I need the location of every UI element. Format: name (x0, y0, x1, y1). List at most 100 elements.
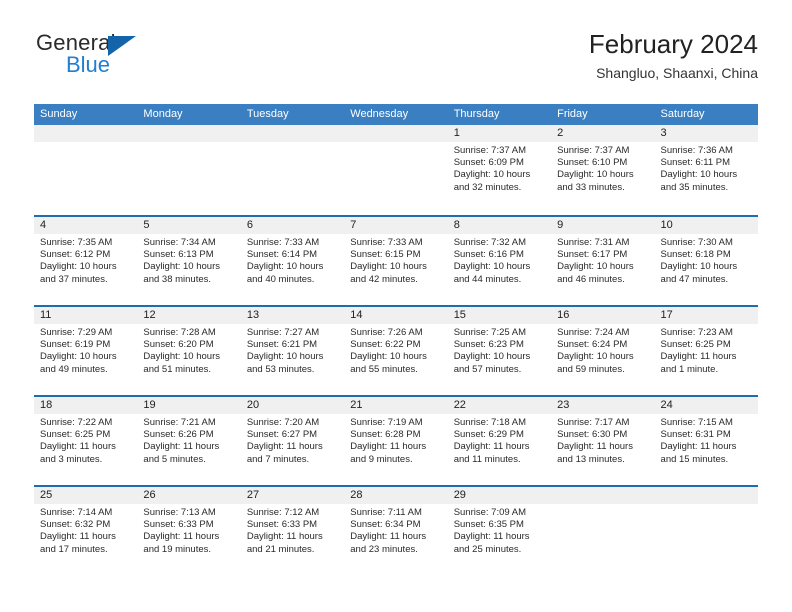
calendar-day-cell[interactable]: 10 Sunrise: 7:30 AM Sunset: 6:18 PM Dayligh… (654, 217, 758, 305)
calendar-day-cell[interactable]: 2 Sunrise: 7:37 AM Sunset: 6:10 PM Daylight… (551, 125, 655, 215)
sunrise-text: Sunrise: 7:14 AM (40, 507, 113, 518)
calendar-day-cell[interactable]: 4 Sunrise: 7:35 AM Sunset: 6:12 PM Daylight… (34, 217, 138, 305)
calendar-day-cell[interactable]: 23 Sunrise: 7:17 AM Sunset: 6:30 PM Dayligh… (551, 397, 655, 485)
day-number-band: 10 (654, 217, 758, 234)
calendar-day-cell-empty (654, 487, 758, 575)
calendar-day-cell[interactable]: 24 Sunrise: 7:15 AM Sunset: 6:31 PM Dayligh… (654, 397, 758, 485)
daylight-text-line2: and 19 minutes. (143, 543, 212, 555)
day-number-band (34, 125, 138, 142)
daylight-text-line2: and 5 minutes. (143, 453, 206, 465)
day-number-band (137, 125, 241, 142)
calendar-day-cell[interactable]: 19 Sunrise: 7:21 AM Sunset: 6:26 PM Dayligh… (137, 397, 241, 485)
day-number-band: 27 (240, 487, 345, 504)
day-number: 24 (660, 399, 673, 411)
daylight-text-line2: and 55 minutes. (350, 363, 418, 375)
sunset-text: Sunset: 6:33 PM (246, 519, 318, 531)
calendar-day-cell[interactable]: 7 Sunrise: 7:33 AM Sunset: 6:15 PM Daylight… (344, 217, 448, 305)
calendar-day-cell[interactable]: 6 Sunrise: 7:33 AM Sunset: 6:14 PM Daylight… (240, 217, 345, 305)
sunrise-text: Sunrise: 7:12 AM (246, 507, 320, 518)
day-number-band: 12 (137, 307, 241, 324)
daylight-text-line1: Daylight: 11 hours (350, 441, 427, 453)
day-details: Sunrise: 7:17 AM Sunset: 6:30 PM Daylight:… (551, 414, 654, 466)
daylight-text-line1: Daylight: 10 hours (557, 261, 634, 273)
sunrise-text: Sunrise: 7:33 AM (350, 237, 423, 248)
calendar-day-cell[interactable]: 1 Sunrise: 7:37 AM Sunset: 6:09 PM Daylight… (447, 125, 552, 215)
sunrise-text: Sunrise: 7:19 AM (350, 417, 423, 428)
sunrise-text: Sunrise: 7:15 AM (660, 417, 733, 428)
day-details: Sunrise: 7:26 AM Sunset: 6:22 PM Daylight:… (344, 324, 447, 376)
day-number-band: 23 (551, 397, 655, 414)
sunset-text: Sunset: 6:20 PM (143, 339, 214, 351)
sunrise-text: Sunrise: 7:18 AM (453, 417, 527, 428)
calendar-day-cell[interactable]: 5 Sunrise: 7:34 AM Sunset: 6:13 PM Daylight… (137, 217, 241, 305)
calendar-day-cell[interactable]: 3 Sunrise: 7:36 AM Sunset: 6:11 PM Daylight… (654, 125, 758, 215)
brand-word-blue: Blue (66, 52, 111, 77)
calendar-day-cell[interactable]: 13 Sunrise: 7:27 AM Sunset: 6:21 PM Dayligh… (240, 307, 345, 395)
calendar-day-cell[interactable]: 12 Sunrise: 7:28 AM Sunset: 6:20 PM Dayligh… (137, 307, 241, 395)
daylight-text-line1: Daylight: 11 hours (40, 441, 116, 453)
day-number: 10 (660, 219, 673, 231)
day-number-band: 21 (344, 397, 448, 414)
day-number: 19 (143, 399, 156, 411)
calendar-day-cell[interactable]: 27 Sunrise: 7:12 AM Sunset: 6:33 PM Dayligh… (240, 487, 345, 575)
calendar-day-cell[interactable]: 22 Sunrise: 7:18 AM Sunset: 6:29 PM Dayligh… (447, 397, 552, 485)
day-number: 20 (246, 399, 260, 411)
daylight-text-line1: Daylight: 10 hours (350, 261, 427, 273)
sunrise-text: Sunrise: 7:35 AM (40, 237, 113, 248)
calendar-day-cell[interactable]: 29 Sunrise: 7:09 AM Sunset: 6:35 PM Dayligh… (447, 487, 552, 575)
calendar-week-row: 25 Sunrise: 7:14 AM Sunset: 6:32 PM Dayligh… (34, 485, 758, 575)
calendar-day-cell-empty (344, 125, 448, 215)
calendar-day-cell-empty (551, 487, 655, 575)
day-details: Sunrise: 7:36 AM Sunset: 6:11 PM Daylight:… (655, 142, 758, 194)
calendar-day-cell[interactable]: 14 Sunrise: 7:26 AM Sunset: 6:22 PM Dayligh… (344, 307, 448, 395)
daylight-text-line1: Daylight: 10 hours (557, 169, 634, 181)
calendar-day-cell[interactable]: 8 Sunrise: 7:32 AM Sunset: 6:16 PM Daylight… (447, 217, 552, 305)
day-number-band: 4 (34, 217, 138, 234)
calendar-day-cell[interactable]: 17 Sunrise: 7:23 AM Sunset: 6:25 PM Dayligh… (654, 307, 758, 395)
day-number: 15 (453, 309, 466, 321)
day-number-band: 19 (137, 397, 241, 414)
day-details: Sunrise: 7:12 AM Sunset: 6:33 PM Daylight:… (241, 504, 344, 556)
daylight-text-line1: Daylight: 11 hours (660, 441, 737, 453)
calendar-day-cell[interactable]: 20 Sunrise: 7:20 AM Sunset: 6:27 PM Dayligh… (240, 397, 345, 485)
sunrise-text: Sunrise: 7:32 AM (453, 237, 527, 248)
sunrise-text: Sunrise: 7:37 AM (453, 145, 527, 156)
calendar-grid: Sunday Monday Tuesday Wednesday Thursday Frid… (34, 104, 758, 575)
calendar-day-cell[interactable]: 18 Sunrise: 7:22 AM Sunset: 6:25 PM Dayligh… (34, 397, 138, 485)
sunrise-text: Sunrise: 7:27 AM (246, 327, 320, 338)
day-details: Sunrise: 7:20 AM Sunset: 6:27 PM Daylight:… (241, 414, 344, 466)
calendar-day-cell[interactable]: 11 Sunrise: 7:29 AM Sunset: 6:19 PM Dayligh… (34, 307, 138, 395)
sunrise-text: Sunrise: 7:21 AM (143, 417, 216, 428)
calendar-day-cell[interactable]: 9 Sunrise: 7:31 AM Sunset: 6:17 PM Daylight… (551, 217, 655, 305)
sunset-text: Sunset: 6:26 PM (143, 429, 214, 441)
day-number-band: 18 (34, 397, 138, 414)
daylight-text-line1: Daylight: 10 hours (143, 351, 220, 363)
sunset-text: Sunset: 6:10 PM (557, 157, 628, 169)
sunrise-text: Sunrise: 7:26 AM (350, 327, 423, 338)
calendar-day-cell[interactable]: 16 Sunrise: 7:24 AM Sunset: 6:24 PM Dayligh… (551, 307, 655, 395)
sunrise-text: Sunrise: 7:28 AM (143, 327, 216, 338)
day-number: 29 (453, 489, 466, 501)
calendar-day-cell[interactable]: 25 Sunrise: 7:14 AM Sunset: 6:32 PM Dayligh… (34, 487, 138, 575)
daylight-text-line1: Daylight: 10 hours (246, 261, 324, 273)
day-details: Sunrise: 7:13 AM Sunset: 6:33 PM Daylight:… (137, 504, 240, 556)
calendar-day-cell[interactable]: 26 Sunrise: 7:13 AM Sunset: 6:33 PM Dayligh… (137, 487, 241, 575)
calendar-day-cell[interactable]: 28 Sunrise: 7:11 AM Sunset: 6:34 PM Dayligh… (344, 487, 448, 575)
calendar-week-row: 11 Sunrise: 7:29 AM Sunset: 6:19 PM Dayligh… (34, 305, 758, 395)
calendar-day-cell[interactable]: 21 Sunrise: 7:19 AM Sunset: 6:28 PM Dayligh… (344, 397, 448, 485)
daylight-text-line1: Daylight: 11 hours (143, 441, 220, 453)
sunset-text: Sunset: 6:29 PM (453, 429, 524, 441)
day-details: Sunrise: 7:19 AM Sunset: 6:28 PM Daylight:… (344, 414, 447, 466)
calendar-week-row: 4 Sunrise: 7:35 AM Sunset: 6:12 PM Daylight… (34, 215, 758, 305)
daylight-text-line1: Daylight: 11 hours (143, 531, 220, 543)
day-number-band: 24 (654, 397, 758, 414)
page-header: General Blue February 2024 Shangluo, Sha… (34, 30, 758, 92)
daylight-text-line2: and 17 minutes. (40, 543, 108, 555)
sunrise-text: Sunrise: 7:09 AM (453, 507, 527, 518)
calendar-day-cell[interactable]: 15 Sunrise: 7:25 AM Sunset: 6:23 PM Dayligh… (447, 307, 552, 395)
day-number: 26 (143, 489, 156, 501)
day-number: 28 (350, 489, 363, 501)
daylight-text-line1: Daylight: 10 hours (557, 351, 634, 363)
brand-logo[interactable]: General Blue (34, 30, 254, 90)
daylight-text-line1: Daylight: 10 hours (453, 351, 531, 363)
